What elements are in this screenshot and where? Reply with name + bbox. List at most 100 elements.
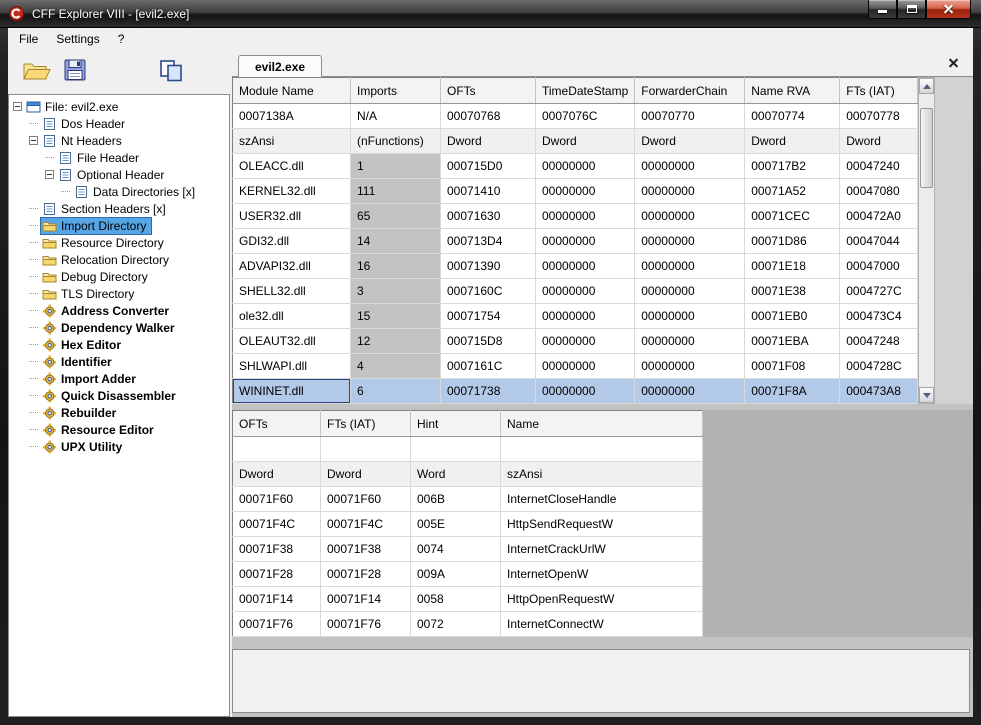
cell[interactable]: 000715D0 xyxy=(440,153,536,179)
cell[interactable]: 000717B2 xyxy=(744,153,841,179)
imports-table-header-name-rva[interactable]: Name RVA xyxy=(744,77,841,104)
cell[interactable]: szAnsi xyxy=(232,128,351,154)
cell[interactable]: Dword xyxy=(535,128,636,154)
scroll-down-button[interactable] xyxy=(919,387,935,403)
cell[interactable]: 0004728C xyxy=(839,353,919,379)
cell[interactable]: 006B xyxy=(410,486,501,512)
cell[interactable]: 00000000 xyxy=(634,378,746,404)
function-row-internetopenw[interactable]: 00071F28 00071F28 009A InternetOpenW xyxy=(232,561,703,587)
function-row-httpsendrequestw[interactable]: 00071F4C 00071F4C 005E HttpSendRequestW xyxy=(232,511,703,537)
cell[interactable]: 00000000 xyxy=(535,278,636,304)
cell[interactable]: 000473C4 xyxy=(839,303,919,329)
tree-item-import-adder[interactable]: Import Adder xyxy=(9,370,229,387)
cell[interactable]: 0072 xyxy=(410,611,501,637)
cell[interactable]: 0007161C xyxy=(440,353,536,379)
imports-table-header-ofts[interactable]: OFTs xyxy=(440,77,536,104)
cell[interactable]: KERNEL32.dll xyxy=(232,178,351,204)
cell[interactable]: USER32.dll xyxy=(232,203,351,229)
tree-item-debug-directory[interactable]: Debug Directory xyxy=(9,268,229,285)
cell[interactable] xyxy=(500,436,703,462)
module-row-shlwapi-dll[interactable]: SHLWAPI.dll 4 0007161C 00000000 00000000 0007… xyxy=(232,353,919,379)
cell[interactable]: 1 xyxy=(350,153,441,179)
module-row-oleaut32-dll[interactable]: OLEAUT32.dll 12 000715D8 00000000 00000000 00… xyxy=(232,328,919,354)
cell[interactable]: 00000000 xyxy=(535,328,636,354)
cell[interactable]: 00000000 xyxy=(634,328,746,354)
cell[interactable]: 00071A52 xyxy=(744,178,841,204)
cell[interactable]: HttpSendRequestW xyxy=(500,511,703,537)
cell[interactable]: OLEAUT32.dll xyxy=(232,328,351,354)
module-row-wininet-dll[interactable]: WININET.dll 6 00071738 00000000 00000000 0007… xyxy=(232,378,919,404)
function-row-internetclosehandle[interactable]: 00071F60 00071F60 006B InternetCloseHandle xyxy=(232,486,703,512)
functions-table-header-fts-iat[interactable]: FTs (IAT) xyxy=(320,410,411,437)
functions-table-header-hint[interactable]: Hint xyxy=(410,410,501,437)
cell[interactable]: 0007160C xyxy=(440,278,536,304)
cell[interactable]: 00000000 xyxy=(634,303,746,329)
maximize-button[interactable] xyxy=(897,0,926,19)
minimize-button[interactable] xyxy=(868,0,897,19)
cell[interactable]: 00071F60 xyxy=(320,486,411,512)
function-row-internetconnectw[interactable]: 00071F76 00071F76 0072 InternetConnectW xyxy=(232,611,703,637)
scroll-thumb[interactable] xyxy=(920,108,934,188)
module-row-advapi32-dll[interactable]: ADVAPI32.dll 16 00071390 00000000 00000000 00… xyxy=(232,253,919,279)
cell[interactable]: 00071410 xyxy=(440,178,536,204)
cell[interactable]: 00000000 xyxy=(535,253,636,279)
cell[interactable]: 00071EBA xyxy=(744,328,841,354)
cell[interactable]: 00071F14 xyxy=(232,586,321,612)
cell[interactable]: 000472A0 xyxy=(839,203,919,229)
scroll-up-button[interactable] xyxy=(919,78,935,94)
cell[interactable]: 00071F8A xyxy=(744,378,841,404)
tree-item-rebuilder[interactable]: Rebuilder xyxy=(9,404,229,421)
titlebar[interactable]: CFF Explorer VIII - [evil2.exe] xyxy=(0,0,981,28)
cell[interactable]: 00000000 xyxy=(634,278,746,304)
module-row-user32-dll[interactable]: USER32.dll 65 00071630 00000000 00000000 0007… xyxy=(232,203,919,229)
module-row-gdi32-dll[interactable]: GDI32.dll 14 000713D4 00000000 00000000 00071… xyxy=(232,228,919,254)
function-row-internetcrackurlw[interactable]: 00071F38 00071F38 0074 InternetCrackUrlW xyxy=(232,536,703,562)
cell[interactable]: InternetCloseHandle xyxy=(500,486,703,512)
open-file-button[interactable] xyxy=(18,55,56,89)
cell[interactable]: 4 xyxy=(350,353,441,379)
cell[interactable]: 00070778 xyxy=(839,103,919,129)
cell[interactable]: 00071F76 xyxy=(320,611,411,637)
cell[interactable]: 00071EB0 xyxy=(744,303,841,329)
cell[interactable]: 00070774 xyxy=(744,103,841,129)
cell[interactable]: 00071F14 xyxy=(320,586,411,612)
cell[interactable]: Dword xyxy=(320,461,411,487)
save-file-button[interactable] xyxy=(56,55,94,89)
imports-table-header-forwarderchain[interactable]: ForwarderChain xyxy=(634,77,746,104)
cell[interactable]: 00071F38 xyxy=(232,536,321,562)
tree-item-identifier[interactable]: Identifier xyxy=(9,353,229,370)
cell[interactable]: 00070768 xyxy=(440,103,536,129)
cell[interactable]: 00071F60 xyxy=(232,486,321,512)
module-row-kernel32-dll[interactable]: KERNEL32.dll 111 00071410 00000000 00000000 0… xyxy=(232,178,919,204)
cell[interactable]: 0007076C xyxy=(535,103,636,129)
tree-item-dependency-walker[interactable]: Dependency Walker xyxy=(9,319,229,336)
cell[interactable]: Dword xyxy=(744,128,841,154)
cell[interactable]: 16 xyxy=(350,253,441,279)
cell[interactable]: 005E xyxy=(410,511,501,537)
menu-file[interactable]: File xyxy=(10,29,47,49)
cell[interactable]: 00071630 xyxy=(440,203,536,229)
cell[interactable]: InternetCrackUrlW xyxy=(500,536,703,562)
function-row-httpopenrequestw[interactable]: 00071F14 00071F14 0058 HttpOpenRequestW xyxy=(232,586,703,612)
cell[interactable]: 00047044 xyxy=(839,228,919,254)
cell[interactable]: 00047000 xyxy=(839,253,919,279)
tree-item-dos-header[interactable]: Dos Header xyxy=(9,115,229,132)
cell[interactable]: 15 xyxy=(350,303,441,329)
cell[interactable]: 14 xyxy=(350,228,441,254)
cell[interactable]: 00071E18 xyxy=(744,253,841,279)
tree-item-quick-disassembler[interactable]: Quick Disassembler xyxy=(9,387,229,404)
tree-item-nt-headers[interactable]: Nt Headers xyxy=(9,132,229,149)
cell[interactable]: 0007138A xyxy=(232,103,351,129)
cell[interactable]: 00071F4C xyxy=(232,511,321,537)
imports-table-header-module-name[interactable]: Module Name xyxy=(232,77,351,104)
compare-button[interactable] xyxy=(152,55,190,89)
cell[interactable]: N/A xyxy=(350,103,441,129)
cell[interactable]: WININET.dll xyxy=(232,378,351,404)
tree-item-resource-directory[interactable]: Resource Directory xyxy=(9,234,229,251)
tree-item-import-directory[interactable]: Import Directory xyxy=(9,216,229,235)
imports-table-offsets-row[interactable]: 0007138A N/A 00070768 0007076C 00070770 00070… xyxy=(232,103,919,129)
cell[interactable]: 00071CEC xyxy=(744,203,841,229)
cell[interactable]: 00071D86 xyxy=(744,228,841,254)
cell[interactable]: 00071F08 xyxy=(744,353,841,379)
cell[interactable]: 000473A8 xyxy=(839,378,919,404)
